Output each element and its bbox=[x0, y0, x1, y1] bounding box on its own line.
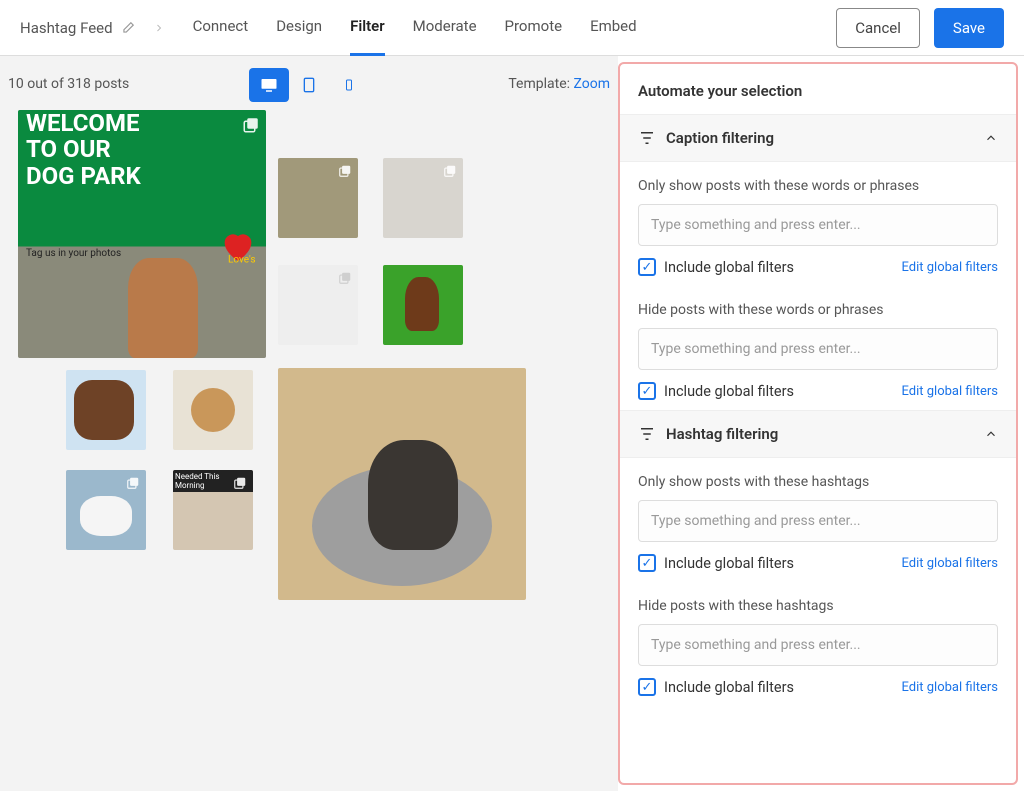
caption-show-block: Only show posts with these words or phra… bbox=[620, 162, 1016, 286]
filter-sidebar: Automate your selection Caption filterin… bbox=[618, 62, 1018, 785]
include-global-label: Include global filters bbox=[664, 383, 794, 400]
heart-icon: Love's bbox=[218, 226, 258, 266]
carousel-icon bbox=[242, 116, 260, 134]
feed-post[interactable] bbox=[66, 370, 146, 450]
device-toggle bbox=[249, 68, 369, 102]
carousel-icon bbox=[338, 271, 352, 285]
carousel-icon bbox=[126, 476, 140, 490]
feed-post[interactable] bbox=[383, 265, 463, 345]
caption-hide-block: Hide posts with these words or phrases ✓… bbox=[620, 286, 1016, 410]
tab-filter[interactable]: Filter bbox=[350, 0, 385, 56]
caption-hide-label: Hide posts with these words or phrases bbox=[638, 302, 998, 318]
edit-global-link[interactable]: Edit global filters bbox=[902, 384, 999, 399]
checkbox-icon[interactable]: ✓ bbox=[638, 554, 656, 572]
caption-hide-input[interactable] bbox=[638, 328, 998, 370]
cancel-button[interactable]: Cancel bbox=[836, 8, 920, 48]
post-count: 10 out of 318 posts bbox=[8, 76, 129, 92]
feed-post[interactable] bbox=[383, 158, 463, 238]
template-prefix: Template: bbox=[508, 76, 570, 92]
phone-icon[interactable] bbox=[329, 68, 369, 102]
template-label: Template: Zoom bbox=[508, 76, 610, 92]
hashtag-show-label: Only show posts with these hashtags bbox=[638, 474, 998, 490]
hashtag-show-input[interactable] bbox=[638, 500, 998, 542]
caption-section-title: Caption filtering bbox=[666, 129, 774, 147]
hashtag-show-block: Only show posts with these hashtags ✓ In… bbox=[620, 458, 1016, 582]
sidebar-title: Automate your selection bbox=[620, 64, 1016, 114]
chevron-up-icon bbox=[984, 427, 998, 441]
caption-show-input[interactable] bbox=[638, 204, 998, 246]
hashtag-section-header[interactable]: Hashtag filtering bbox=[620, 410, 1016, 458]
tab-promote[interactable]: Promote bbox=[505, 0, 563, 56]
include-global-label: Include global filters bbox=[664, 679, 794, 696]
feed-title: Hashtag Feed bbox=[20, 19, 113, 37]
tab-design[interactable]: Design bbox=[276, 0, 322, 56]
svg-text:Love's: Love's bbox=[228, 255, 256, 266]
edit-global-link[interactable]: Edit global filters bbox=[902, 260, 999, 275]
tablet-icon[interactable] bbox=[289, 68, 329, 102]
desktop-icon[interactable] bbox=[249, 68, 289, 102]
main: 10 out of 318 posts Template: Zoom bbox=[0, 56, 1024, 791]
pencil-icon[interactable] bbox=[121, 21, 135, 35]
feed-post[interactable] bbox=[173, 370, 253, 450]
post-image-caption: Tag us in your photos bbox=[26, 248, 121, 259]
hashtag-hide-block: Hide posts with these hashtags ✓ Include… bbox=[620, 582, 1016, 706]
topbar-right: Cancel Save bbox=[836, 8, 1004, 48]
carousel-icon bbox=[338, 164, 352, 178]
hashtag-section-title: Hashtag filtering bbox=[666, 425, 778, 443]
tab-embed[interactable]: Embed bbox=[590, 0, 637, 56]
top-bar: Hashtag Feed Connect Design Filter Moder… bbox=[0, 0, 1024, 56]
feed-post[interactable] bbox=[278, 158, 358, 238]
post-image-overlay: WELCOME TO OUR DOG PARK bbox=[26, 110, 141, 189]
save-button[interactable]: Save bbox=[934, 8, 1004, 48]
caption-show-label: Only show posts with these words or phra… bbox=[638, 178, 998, 194]
hashtag-hide-label: Hide posts with these hashtags bbox=[638, 598, 998, 614]
edit-global-link[interactable]: Edit global filters bbox=[902, 556, 999, 571]
filter-icon bbox=[638, 129, 656, 147]
feed-post[interactable] bbox=[278, 265, 358, 345]
hashtag-hide-input[interactable] bbox=[638, 624, 998, 666]
include-global-label: Include global filters bbox=[664, 555, 794, 572]
template-link[interactable]: Zoom bbox=[574, 76, 611, 92]
caption-section-header[interactable]: Caption filtering bbox=[620, 114, 1016, 162]
include-global-label: Include global filters bbox=[664, 259, 794, 276]
preview-top: 10 out of 318 posts Template: Zoom bbox=[8, 68, 610, 100]
feed-post[interactable] bbox=[278, 368, 526, 600]
checkbox-icon[interactable]: ✓ bbox=[638, 382, 656, 400]
edit-global-link[interactable]: Edit global filters bbox=[902, 680, 999, 695]
checkbox-icon[interactable]: ✓ bbox=[638, 678, 656, 696]
feed-post[interactable]: Needed This Morning bbox=[173, 470, 253, 550]
filter-icon bbox=[638, 425, 656, 443]
nav-tabs: Connect Design Filter Moderate Promote E… bbox=[193, 0, 637, 56]
tab-connect[interactable]: Connect bbox=[193, 0, 249, 56]
carousel-icon bbox=[443, 164, 457, 178]
feed-post[interactable]: WELCOME TO OUR DOG PARK Tag us in your p… bbox=[18, 110, 266, 358]
checkbox-icon[interactable]: ✓ bbox=[638, 258, 656, 276]
feed-grid: WELCOME TO OUR DOG PARK Tag us in your p… bbox=[8, 110, 610, 750]
feed-post[interactable] bbox=[66, 470, 146, 550]
tab-moderate[interactable]: Moderate bbox=[413, 0, 477, 56]
chevron-up-icon bbox=[984, 131, 998, 145]
topbar-left: Hashtag Feed Connect Design Filter Moder… bbox=[20, 0, 637, 56]
carousel-icon bbox=[233, 476, 247, 490]
chevron-right-icon bbox=[153, 22, 165, 34]
preview-pane: 10 out of 318 posts Template: Zoom bbox=[0, 56, 618, 791]
